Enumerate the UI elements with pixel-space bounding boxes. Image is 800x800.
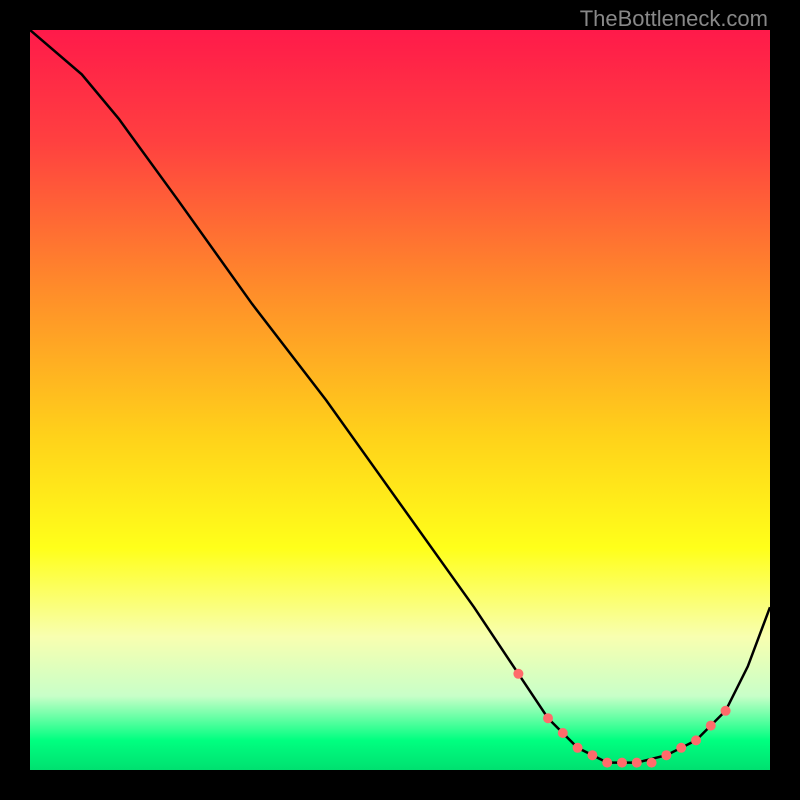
data-point	[558, 728, 568, 738]
bottleneck-curve	[30, 30, 770, 763]
data-point	[617, 758, 627, 768]
curve-layer	[30, 30, 770, 770]
data-point	[647, 758, 657, 768]
data-point	[602, 758, 612, 768]
frame-right	[770, 0, 800, 800]
data-point	[721, 706, 731, 716]
frame-bottom	[0, 770, 800, 800]
data-point	[676, 743, 686, 753]
data-point	[691, 735, 701, 745]
data-point	[706, 721, 716, 731]
attribution-text: TheBottleneck.com	[580, 6, 768, 32]
data-point	[513, 669, 523, 679]
data-point	[587, 750, 597, 760]
data-point	[632, 758, 642, 768]
data-point	[661, 750, 671, 760]
data-point	[573, 743, 583, 753]
data-points-group	[513, 669, 730, 768]
plot-area	[30, 30, 770, 770]
frame-left	[0, 0, 30, 800]
data-point	[543, 713, 553, 723]
